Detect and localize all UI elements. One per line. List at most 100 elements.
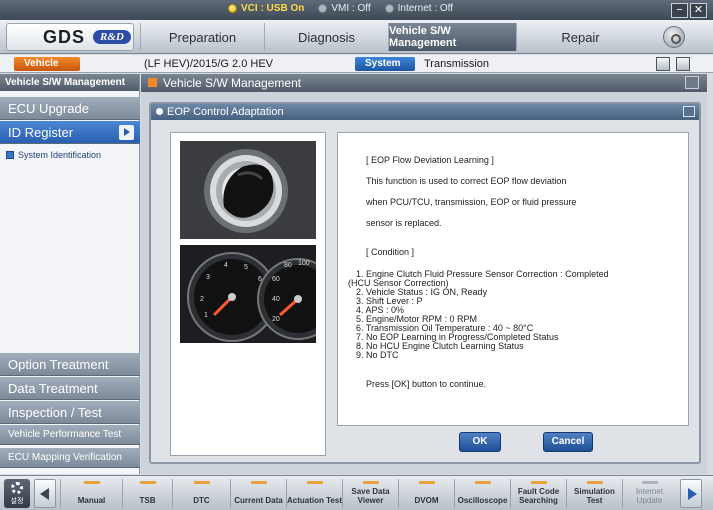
print-icon[interactable] (676, 57, 690, 71)
close-button[interactable]: ✕ (690, 3, 707, 18)
gear-icon (11, 482, 23, 494)
sidebar-item-label: ID Register (8, 125, 74, 140)
sidebar-subitem-system-identification[interactable]: System Identification (6, 150, 101, 160)
main-tab-bar: GDS R&D Preparation Diagnosis Vehicle S/… (0, 20, 713, 54)
toolbar-button-label: Oscilloscope (457, 496, 508, 505)
svg-text:3: 3 (206, 274, 210, 281)
dialog-title: EOP Control Adaptation (167, 106, 284, 118)
condition-line: 9. No DTC (356, 350, 399, 360)
ok-button[interactable]: OK (459, 432, 501, 452)
toolbar-button-label: DVOM (414, 496, 439, 505)
indicator-icon (530, 481, 547, 484)
sidebar-item-inspection-test[interactable]: Inspection / Test (0, 401, 140, 424)
sidebar-item-ecu-mapping-verification[interactable]: ECU Mapping Verification (0, 448, 140, 468)
eop-control-dialog: EOP Control Adaptation 2 3 4 5 6 1 60 80… (149, 102, 701, 464)
ignition-switch-image (180, 141, 316, 239)
instruction-line: [ Condition ] (366, 247, 415, 257)
toolbar-internet-update-button[interactable]: Internet Update (622, 479, 676, 508)
sidebar-subitem-label: System Identification (18, 150, 102, 160)
internet-status-text: Internet : Off (397, 3, 454, 14)
toolbar-oscilloscope-button[interactable]: Oscilloscope (454, 479, 510, 508)
sidebar-item-ecu-upgrade[interactable]: ECU Upgrade (0, 97, 140, 120)
svg-text:40: 40 (272, 296, 280, 303)
toolbar-button-label: TSB (139, 496, 156, 505)
svg-text:5: 5 (244, 264, 248, 271)
sidebar: Vehicle S/W Management ECU Upgrade ID Re… (0, 74, 140, 474)
sidebar-item-label: Vehicle Performance Test (8, 429, 122, 440)
sidebar-item-label: Inspection / Test (8, 405, 102, 420)
sidebar-header: Vehicle S/W Management (0, 74, 139, 91)
chevron-left-icon[interactable] (34, 479, 56, 508)
instruction-line: Press [OK] button to continue. (366, 379, 487, 389)
instructions-panel: [ EOP Flow Deviation Learning ] This fun… (337, 132, 689, 426)
indicator-icon (250, 481, 267, 484)
toolbar-fault-code-searching-button[interactable]: Fault Code Searching (510, 479, 566, 508)
minimize-button[interactable]: − (671, 3, 688, 18)
list-icon (6, 151, 14, 159)
toolbar-button-label: Manual (77, 496, 106, 505)
svg-text:80: 80 (284, 262, 292, 269)
chevron-right-icon[interactable] (680, 479, 702, 508)
indicator-icon (139, 481, 156, 484)
toolbar-tsb-button[interactable]: TSB (122, 479, 172, 508)
ignition-switch-graphic (180, 141, 316, 239)
sidebar-item-data-treatment[interactable]: Data Treatment (0, 377, 140, 400)
vmi-status-icon (318, 4, 328, 13)
toolbar-simulation-test-button[interactable]: Simulation Test (566, 479, 622, 508)
toolbar-button-label: Current Data (234, 496, 283, 505)
instrument-cluster-image: 2 3 4 5 6 1 60 80 100 40 20 (180, 245, 316, 343)
indicator-icon (306, 481, 323, 484)
sidebar-item-id-register[interactable]: ID Register (0, 121, 140, 144)
vci-status-text: VCI : USB On (241, 3, 305, 14)
indicator-icon (193, 481, 210, 484)
settings-label: 설정 (10, 498, 24, 505)
svg-text:6: 6 (258, 276, 262, 283)
gds-logo-text: GDS (43, 26, 86, 47)
gds-logo: GDS R&D (6, 23, 134, 51)
gauge-cluster-graphic: 2 3 4 5 6 1 60 80 100 40 20 (180, 245, 316, 343)
bottom-toolbar: 설정 Manual TSB DTC Current Data Actuation… (0, 475, 713, 510)
indicator-icon (586, 481, 603, 484)
toolbar-button-label: Internet Update (635, 487, 664, 505)
sidebar-item-option-treatment[interactable]: Option Treatment (0, 353, 140, 376)
toolbar-manual-button[interactable]: Manual (60, 479, 122, 508)
toolbar-dvom-button[interactable]: DVOM (398, 479, 454, 508)
camera-icon[interactable] (656, 57, 670, 71)
indicator-icon (418, 481, 435, 484)
vmi-status: VMI : Off (318, 3, 371, 14)
svg-text:1: 1 (204, 312, 208, 319)
window-icon[interactable] (685, 76, 699, 89)
vehicle-value: (LF HEV)/2015/G 2.0 HEV (144, 58, 273, 70)
tab-repair[interactable]: Repair (516, 23, 644, 51)
sidebar-item-label: ECU Upgrade (8, 101, 89, 116)
vehicle-info-bar: Vehicle (LF HEV)/2015/G 2.0 HEV System T… (0, 55, 713, 73)
vehicle-button[interactable]: Vehicle (14, 57, 80, 71)
tab-diagnosis[interactable]: Diagnosis (264, 23, 388, 51)
svg-text:100: 100 (298, 260, 310, 267)
sidebar-item-label: Option Treatment (8, 357, 109, 372)
sidebar-item-label: ECU Mapping Verification (8, 452, 122, 463)
system-button[interactable]: System (355, 57, 415, 71)
tab-preparation[interactable]: Preparation (140, 23, 264, 51)
toolbar-save-data-viewer-button[interactable]: Save Data Viewer (342, 479, 398, 508)
dialog-window-icon[interactable] (683, 106, 695, 117)
svg-text:4: 4 (224, 262, 228, 269)
toolbar-actuation-test-button[interactable]: Actuation Test (286, 479, 342, 508)
home-icon[interactable] (663, 26, 685, 48)
sidebar-item-vehicle-performance-test[interactable]: Vehicle Performance Test (0, 425, 140, 445)
instruction-line: when PCU/TCU, transmission, EOP or fluid… (366, 197, 577, 207)
indicator-icon (83, 481, 100, 484)
main-panel: Vehicle S/W Management EOP Control Adapt… (141, 74, 707, 474)
settings-button[interactable]: 설정 (4, 479, 30, 508)
sidebar-item-label: Data Treatment (8, 381, 98, 396)
toolbar-dtc-button[interactable]: DTC (172, 479, 230, 508)
tab-vehicle-sw-management[interactable]: Vehicle S/W Management (388, 23, 516, 51)
internet-status-icon (384, 4, 394, 13)
toolbar-current-data-button[interactable]: Current Data (230, 479, 286, 508)
connection-status-group: VCI : USB On VMI : Off Internet : Off (228, 3, 453, 14)
image-panel: 2 3 4 5 6 1 60 80 100 40 20 (170, 132, 326, 456)
vci-status-icon (228, 4, 237, 13)
rd-badge: R&D (93, 30, 131, 44)
cancel-button[interactable]: Cancel (543, 432, 593, 452)
main-panel-title: Vehicle S/W Management (163, 76, 302, 90)
